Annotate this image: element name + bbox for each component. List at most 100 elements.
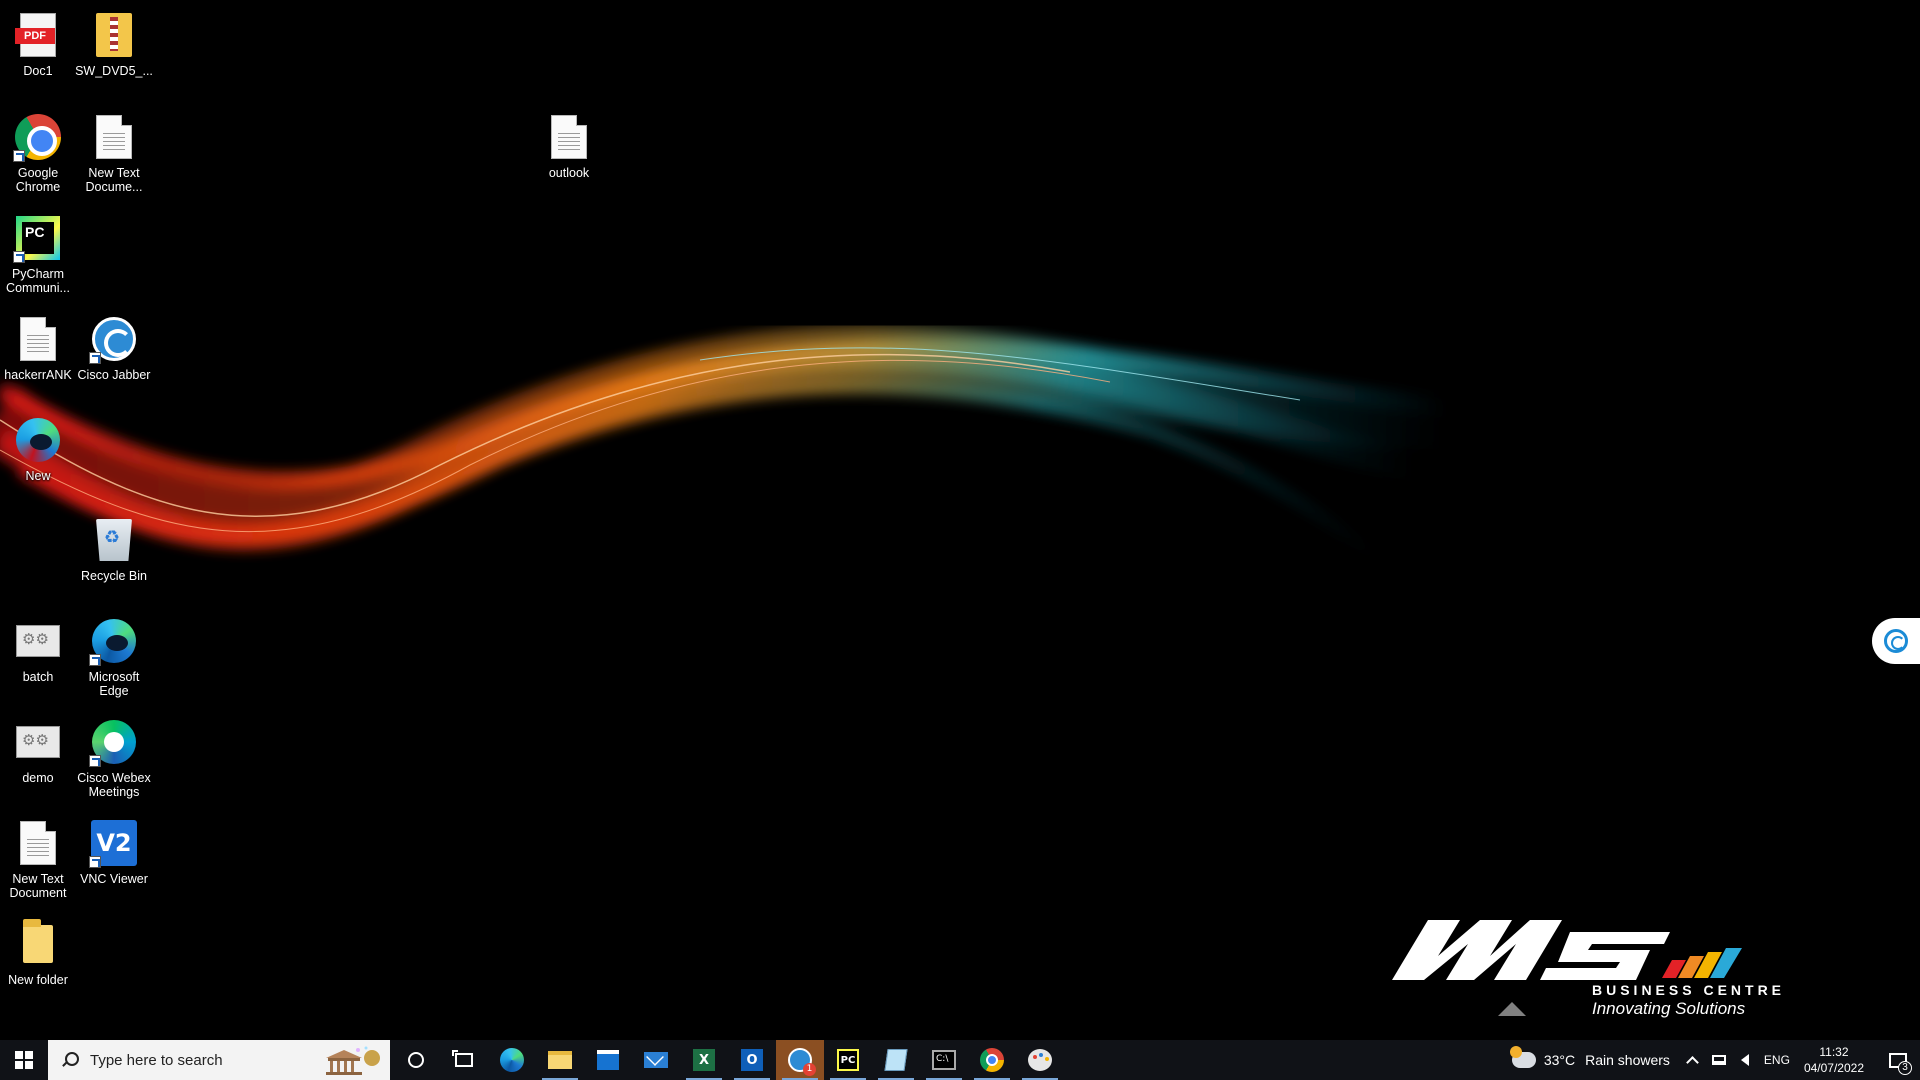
action-center-button[interactable]: 3 xyxy=(1876,1040,1920,1080)
desktop-icon-cisco-webex[interactable]: Cisco Webex Meetings xyxy=(76,709,152,807)
chrome-icon xyxy=(980,1048,1004,1072)
wallpaper xyxy=(0,324,1452,566)
desktop-icon-recycle-bin[interactable]: Recycle Bin xyxy=(76,507,152,605)
desktop-icon-new-edge[interactable]: New xyxy=(0,407,76,505)
desktop-icon-demo[interactable]: demo xyxy=(0,709,76,807)
desktop-icon-label: SW_DVD5_... xyxy=(75,64,153,78)
taskbar-app-outlook[interactable]: O xyxy=(728,1040,776,1080)
text-file-icon xyxy=(13,314,63,364)
search-box[interactable]: Type here to search xyxy=(48,1040,390,1080)
cortana-icon xyxy=(408,1052,424,1068)
weather-condition: Rain showers xyxy=(1585,1052,1670,1068)
taskbar-app-notepad[interactable] xyxy=(872,1040,920,1080)
desktop-icon-sw-dvd5[interactable]: SW_DVD5_... xyxy=(75,2,153,100)
edge-icon xyxy=(13,415,63,465)
clock-date: 04/07/2022 xyxy=(1803,1061,1864,1075)
desktop-icon-label: hackerrANK xyxy=(4,368,72,382)
vnc-icon: V2 xyxy=(89,818,139,868)
desktop-icon-doc1[interactable]: PDF Doc1 xyxy=(0,2,76,100)
desktop-icon-label: batch xyxy=(22,670,54,684)
taskbar-app-excel[interactable]: X xyxy=(680,1040,728,1080)
desktop-icon-label: demo xyxy=(22,771,54,785)
network-button[interactable] xyxy=(1707,1040,1731,1080)
folder-icon xyxy=(548,1051,572,1069)
weather-rain-icon xyxy=(1509,1046,1536,1068)
taskbar-app-pycharm[interactable]: PC xyxy=(824,1040,872,1080)
ms-business-centre-logo: BUSINESS CENTRE Innovating Solutions xyxy=(1380,912,1860,1024)
desktop-icon-label: Google Chrome xyxy=(15,166,61,194)
jabber-icon xyxy=(89,314,139,364)
jabber-floating-button[interactable] xyxy=(1872,618,1920,664)
weather-temperature: 33°C xyxy=(1543,1052,1576,1068)
taskbar-app-file-explorer[interactable] xyxy=(536,1040,584,1080)
pdf-file-icon: PDF xyxy=(13,10,63,60)
logo-line-1: BUSINESS CENTRE xyxy=(1592,982,1786,998)
paint-icon xyxy=(1028,1049,1052,1071)
task-view-button[interactable] xyxy=(440,1040,488,1080)
cortana-button[interactable] xyxy=(392,1040,440,1080)
desktop-icon-hackerrank[interactable]: hackerrANK xyxy=(0,306,76,404)
desktop-icon-cisco-jabber[interactable]: Cisco Jabber xyxy=(76,306,152,404)
desktop-icon-label: Recycle Bin xyxy=(81,569,147,583)
store-icon xyxy=(597,1050,619,1070)
text-file-icon xyxy=(13,818,63,868)
mail-icon xyxy=(644,1052,668,1068)
pycharm-icon: PC xyxy=(837,1049,859,1071)
desktop-icon-new-text-docume[interactable]: New Text Docume... xyxy=(76,104,152,202)
desktop-icon-new-folder[interactable]: New folder xyxy=(0,911,76,1009)
excel-icon: X xyxy=(693,1049,715,1071)
desktop-icon-label: Cisco Jabber xyxy=(77,368,151,382)
taskbar-app-chrome[interactable] xyxy=(968,1040,1016,1080)
desktop-icon-label: New Text Document xyxy=(9,872,67,900)
taskbar: Type here to search X O 1 PC C:\ 33°C Ra… xyxy=(0,1040,1920,1080)
zip-folder-icon xyxy=(89,10,139,60)
task-view-icon xyxy=(452,1050,473,1067)
desktop-icon-label: New xyxy=(25,469,51,483)
logo-line-2: Innovating Solutions xyxy=(1592,999,1746,1018)
desktop-icon-label: VNC Viewer xyxy=(80,872,148,886)
desktop-icon-batch[interactable]: batch xyxy=(0,608,76,706)
taskbar-app-edge[interactable] xyxy=(488,1040,536,1080)
desktop-icon-label: Doc1 xyxy=(23,64,53,78)
weather-widget[interactable]: 33°C Rain showers xyxy=(1509,1046,1670,1068)
desktop-icon-microsoft-edge[interactable]: Microsoft Edge xyxy=(76,608,152,706)
desktop[interactable]: PDF Doc1 Google Chrome PC PyCharm Commun… xyxy=(0,0,1920,1040)
text-file-icon xyxy=(544,112,594,162)
network-icon xyxy=(1711,1055,1726,1065)
desktop-icon-label: outlook xyxy=(548,166,590,180)
text-file-icon xyxy=(89,112,139,162)
taskbar-app-paint[interactable] xyxy=(1016,1040,1064,1080)
search-icon xyxy=(62,1052,79,1068)
chrome-icon xyxy=(13,112,63,162)
search-highlight-icon xyxy=(326,1046,380,1075)
volume-button[interactable] xyxy=(1733,1040,1757,1080)
language-indicator[interactable]: ENG xyxy=(1764,1053,1790,1067)
desktop-icon-pycharm[interactable]: PC PyCharm Communi... xyxy=(0,205,76,303)
clock[interactable]: 11:32 04/07/2022 xyxy=(1804,1044,1864,1076)
desktop-icon-new-text-document[interactable]: New Text Document xyxy=(0,810,76,908)
folder-icon xyxy=(13,919,63,969)
notification-badge: 1 xyxy=(803,1063,816,1076)
batch-file-icon xyxy=(13,717,63,767)
taskbar-app-cmd[interactable]: C:\ xyxy=(920,1040,968,1080)
clock-time: 11:32 xyxy=(1819,1045,1849,1059)
taskbar-app-jabber[interactable]: 1 xyxy=(776,1040,824,1080)
desktop-icon-outlook[interactable]: outlook xyxy=(531,104,607,202)
desktop-icon-vnc-viewer[interactable]: V2 VNC Viewer xyxy=(76,810,152,908)
desktop-icon-label: New Text Docume... xyxy=(85,166,143,194)
pycharm-icon: PC xyxy=(13,213,63,263)
edge-icon xyxy=(89,616,139,666)
outlook-icon: O xyxy=(741,1049,763,1071)
chevron-up-icon xyxy=(1686,1055,1700,1069)
taskbar-app-mail[interactable] xyxy=(632,1040,680,1080)
show-hidden-icons-button[interactable] xyxy=(1681,1040,1705,1080)
desktop-icon-google-chrome[interactable]: Google Chrome xyxy=(0,104,76,202)
search-placeholder: Type here to search xyxy=(90,1051,223,1069)
windows-logo-icon xyxy=(15,1051,33,1069)
webex-icon xyxy=(89,717,139,767)
cmd-icon: C:\ xyxy=(932,1050,956,1070)
recycle-bin-icon xyxy=(89,515,139,565)
notification-count: 3 xyxy=(1898,1061,1912,1075)
start-button[interactable] xyxy=(0,1040,48,1080)
taskbar-app-store[interactable] xyxy=(584,1040,632,1080)
